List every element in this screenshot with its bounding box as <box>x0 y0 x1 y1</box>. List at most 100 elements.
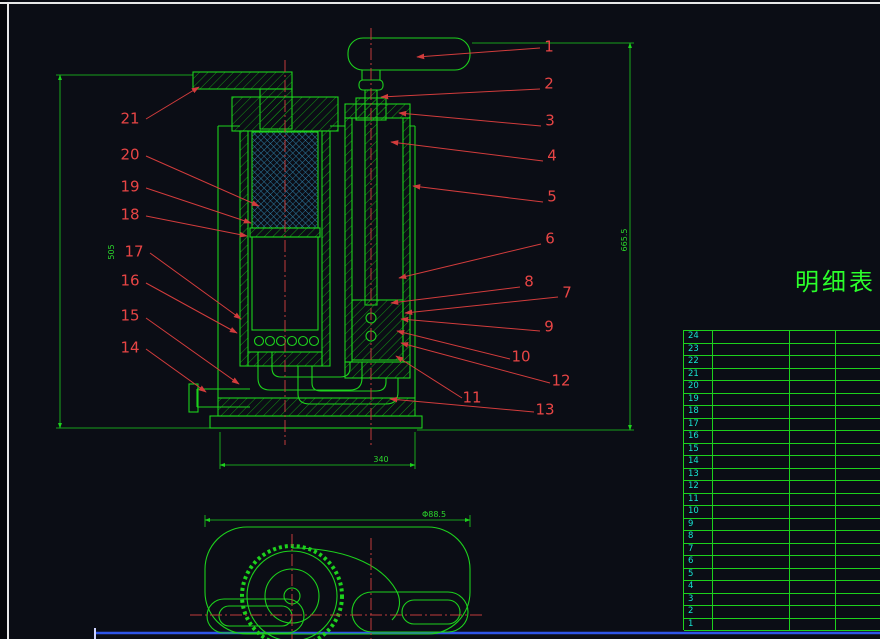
row-number: 23 <box>684 343 713 355</box>
row-material-cell <box>836 344 880 356</box>
row-qty-cell <box>790 581 837 593</box>
row-number: 1 <box>684 618 713 630</box>
row-name-cell <box>713 543 791 555</box>
row-material-cell <box>836 519 880 531</box>
row-name-cell <box>713 506 791 518</box>
table-row: 22 <box>684 356 880 369</box>
row-qty-cell <box>790 506 837 518</box>
row-qty-cell <box>790 331 837 343</box>
table-row: 15 <box>684 443 880 456</box>
table-row: 10 <box>684 506 880 519</box>
parts-table: 24 23 22 21 20 19 18 17 16 15 14 13 12 1… <box>683 330 880 631</box>
row-name-cell <box>713 531 791 543</box>
row-number: 14 <box>684 456 713 468</box>
callout-12: 12 <box>551 371 571 390</box>
table-row: 3 <box>684 593 880 606</box>
row-number: 12 <box>684 481 713 493</box>
dim-bottom-text: 340 <box>373 455 388 464</box>
callout-20: 20 <box>120 145 140 164</box>
parts-list-title: 明细表 <box>795 268 876 296</box>
table-row: 23 <box>684 343 880 356</box>
table-row: 8 <box>684 531 880 544</box>
row-material-cell <box>836 506 880 518</box>
row-name-cell <box>713 431 791 443</box>
row-material-cell <box>836 419 880 431</box>
row-material-cell <box>836 381 880 393</box>
row-name-cell <box>713 406 791 418</box>
dim-right-text: 665.5 <box>620 229 629 252</box>
row-number: 6 <box>684 556 713 568</box>
dim-bottomview-text: Φ88.5 <box>422 510 446 519</box>
table-row: 24 <box>684 331 880 344</box>
callout-10: 10 <box>511 347 531 366</box>
callout-18: 18 <box>120 205 140 224</box>
row-number: 15 <box>684 443 713 455</box>
callout-7: 7 <box>562 283 572 302</box>
row-material-cell <box>836 531 880 543</box>
row-name-cell <box>713 418 791 430</box>
row-qty-cell <box>790 368 837 380</box>
row-qty-cell <box>790 493 837 505</box>
table-row: 9 <box>684 518 880 531</box>
row-qty-cell <box>790 393 837 405</box>
row-material-cell <box>836 456 880 468</box>
table-row: 14 <box>684 456 880 469</box>
row-qty-cell <box>790 618 837 630</box>
row-qty-cell <box>790 518 837 530</box>
callout-15: 15 <box>120 306 140 325</box>
row-material-cell <box>836 494 880 506</box>
row-number: 11 <box>684 493 713 505</box>
callout-16: 16 <box>120 271 140 290</box>
row-number: 21 <box>684 368 713 380</box>
callout-3: 3 <box>545 111 555 130</box>
bottom-view <box>204 526 471 639</box>
row-qty-cell <box>790 406 837 418</box>
row-name-cell <box>713 356 791 368</box>
row-qty-cell <box>790 606 837 618</box>
row-name-cell <box>713 456 791 468</box>
table-row: 5 <box>684 568 880 581</box>
row-number: 22 <box>684 356 713 368</box>
table-row: 12 <box>684 481 880 494</box>
callout-11: 11 <box>462 388 482 407</box>
row-name-cell <box>713 581 791 593</box>
row-name-cell <box>713 443 791 455</box>
row-qty-cell <box>790 568 837 580</box>
row-number: 3 <box>684 593 713 605</box>
callout-19: 19 <box>120 177 140 196</box>
row-qty-cell <box>790 531 837 543</box>
row-number: 18 <box>684 406 713 418</box>
table-row: 7 <box>684 543 880 556</box>
callout-6: 6 <box>545 229 555 248</box>
table-row: 21 <box>684 368 880 381</box>
row-material-cell <box>836 431 880 443</box>
row-material-cell <box>836 469 880 481</box>
row-material-cell <box>836 606 880 618</box>
callout-13: 13 <box>535 400 555 419</box>
row-name-cell <box>713 568 791 580</box>
table-row: 11 <box>684 493 880 506</box>
row-number: 5 <box>684 568 713 580</box>
row-qty-cell <box>790 481 837 493</box>
row-material-cell <box>836 406 880 418</box>
table-row: 2 <box>684 606 880 619</box>
table-row: 16 <box>684 431 880 444</box>
table-row: 19 <box>684 393 880 406</box>
row-qty-cell <box>790 381 837 393</box>
callout-2: 2 <box>544 74 554 93</box>
row-qty-cell <box>790 343 837 355</box>
row-material-cell <box>836 394 880 406</box>
row-number: 4 <box>684 581 713 593</box>
table-row: 6 <box>684 556 880 569</box>
row-number: 7 <box>684 543 713 555</box>
row-number: 20 <box>684 381 713 393</box>
row-name-cell <box>713 518 791 530</box>
cad-viewport[interactable]: 505 665.5 340 Φ88.5 1 2 3 4 5 6 7 8 9 10… <box>0 0 880 639</box>
table-row: 20 <box>684 381 880 394</box>
row-material-cell <box>836 619 880 631</box>
callout-21: 21 <box>120 109 140 128</box>
row-qty-cell <box>790 456 837 468</box>
callout-9: 9 <box>544 317 554 336</box>
row-material-cell <box>836 581 880 593</box>
row-qty-cell <box>790 543 837 555</box>
